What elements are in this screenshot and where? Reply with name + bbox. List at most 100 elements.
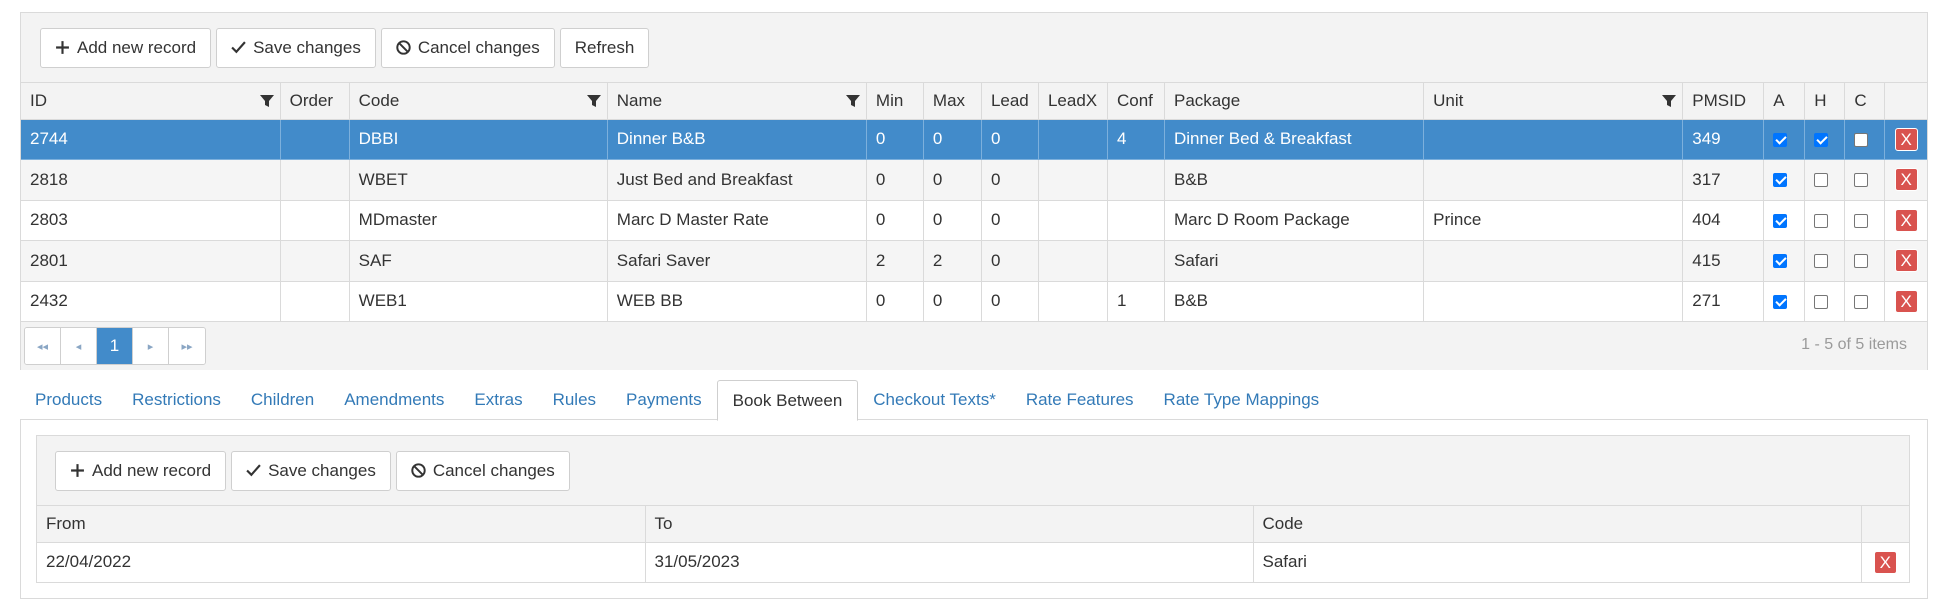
checkbox-h[interactable] bbox=[1814, 294, 1829, 309]
cell-package[interactable]: Marc D Room Package bbox=[1164, 200, 1425, 241]
tab-payments[interactable]: Payments bbox=[611, 380, 717, 420]
checkbox-h[interactable] bbox=[1814, 213, 1829, 228]
tab-extras[interactable]: Extras bbox=[459, 380, 537, 420]
cell-min[interactable]: 0 bbox=[866, 200, 924, 241]
refresh-button[interactable]: Refresh bbox=[559, 27, 650, 68]
delete-row-button[interactable]: X bbox=[1894, 249, 1918, 273]
tab-amendments[interactable]: Amendments bbox=[329, 380, 459, 420]
delete-row-button[interactable]: X bbox=[1894, 208, 1918, 232]
delete-row-button[interactable]: X bbox=[1873, 550, 1897, 574]
cell-conf[interactable]: 4 bbox=[1107, 119, 1166, 160]
cell-leadx[interactable] bbox=[1038, 281, 1108, 322]
column-header-from[interactable]: From bbox=[37, 506, 646, 543]
cell-lead[interactable]: 0 bbox=[981, 240, 1039, 282]
cell-order[interactable] bbox=[280, 240, 350, 282]
cell-max[interactable]: 2 bbox=[923, 240, 982, 282]
checkbox-c[interactable] bbox=[1854, 254, 1869, 269]
table-row[interactable]: 2744 DBBI Dinner B&B 0 0 0 4 Dinner Bed & Break… bbox=[21, 119, 1927, 160]
cell-order[interactable] bbox=[280, 159, 350, 201]
table-row[interactable]: 2801 SAF Safari Saver 2 2 0 Safari 415 X bbox=[21, 240, 1927, 282]
column-header-package[interactable]: Package bbox=[1164, 83, 1425, 120]
checkbox-c[interactable] bbox=[1854, 132, 1869, 147]
cell-min[interactable]: 0 bbox=[866, 159, 924, 201]
column-header-code[interactable]: Code bbox=[1253, 506, 1862, 543]
tab-children[interactable]: Children bbox=[236, 380, 329, 420]
tab-rate-features[interactable]: Rate Features bbox=[1011, 380, 1149, 420]
cell-order[interactable] bbox=[280, 281, 350, 322]
cell-lead[interactable]: 0 bbox=[981, 200, 1039, 241]
cell-pmsid[interactable]: 404 bbox=[1682, 200, 1765, 241]
cell-code[interactable]: WEB1 bbox=[349, 281, 608, 322]
cell-unit[interactable]: Prince bbox=[1423, 200, 1684, 241]
column-header-unit[interactable]: Unit bbox=[1423, 83, 1684, 120]
table-row[interactable]: 2432 WEB1 WEB BB 0 0 0 1 B&B 271 X bbox=[21, 281, 1927, 322]
tab-rules[interactable]: Rules bbox=[538, 380, 611, 420]
add-record-button[interactable]: Add new record bbox=[40, 27, 212, 68]
delete-row-button[interactable]: X bbox=[1894, 289, 1918, 313]
checkbox-h[interactable] bbox=[1814, 132, 1829, 147]
checkbox-a[interactable] bbox=[1773, 213, 1788, 228]
cell-unit[interactable] bbox=[1423, 119, 1684, 160]
cell-max[interactable]: 0 bbox=[923, 281, 982, 322]
cell-order[interactable] bbox=[280, 200, 350, 241]
first-page-icon[interactable]: ◂◂ bbox=[25, 328, 61, 364]
filter-icon[interactable] bbox=[259, 94, 274, 108]
column-header-leadx[interactable]: LeadX bbox=[1038, 83, 1108, 120]
cell-name[interactable]: Safari Saver bbox=[607, 240, 867, 282]
cell-leadx[interactable] bbox=[1038, 119, 1108, 160]
last-page-icon[interactable]: ▸▸ bbox=[169, 328, 205, 364]
filter-icon[interactable] bbox=[586, 94, 601, 108]
cell-to[interactable]: 31/05/2023 bbox=[645, 542, 1254, 582]
save-changes-button[interactable]: Save changes bbox=[231, 450, 391, 491]
tab-rate-type-mappings[interactable]: Rate Type Mappings bbox=[1149, 380, 1335, 420]
delete-row-button[interactable]: X bbox=[1894, 168, 1918, 192]
cell-package[interactable]: B&B bbox=[1164, 281, 1425, 322]
cell-min[interactable]: 0 bbox=[866, 119, 924, 160]
checkbox-c[interactable] bbox=[1854, 173, 1869, 188]
cell-pmsid[interactable]: 317 bbox=[1682, 159, 1765, 201]
prev-page-icon[interactable]: ◂ bbox=[61, 328, 97, 364]
table-row[interactable]: 2803 MDmaster Marc D Master Rate 0 0 0 Marc D … bbox=[21, 200, 1927, 241]
cell-code[interactable]: MDmaster bbox=[349, 200, 608, 241]
cell-name[interactable]: Marc D Master Rate bbox=[607, 200, 867, 241]
column-header-max[interactable]: Max bbox=[923, 83, 982, 120]
cell-from[interactable]: 22/04/2022 bbox=[37, 542, 646, 582]
cell-lead[interactable]: 0 bbox=[981, 159, 1039, 201]
column-header-name[interactable]: Name bbox=[607, 83, 867, 120]
filter-icon[interactable] bbox=[1662, 94, 1677, 108]
cell-name[interactable]: Just Bed and Breakfast bbox=[607, 159, 867, 201]
cancel-changes-button[interactable]: Cancel changes bbox=[380, 27, 555, 68]
table-row[interactable]: 2818 WBET Just Bed and Breakfast 0 0 0 B&B 317 X bbox=[21, 159, 1927, 201]
cell-conf[interactable] bbox=[1107, 240, 1166, 282]
table-row[interactable]: 22/04/2022 31/05/2023 Safari X bbox=[37, 542, 1909, 582]
tab-checkout-texts[interactable]: Checkout Texts* bbox=[858, 380, 1011, 420]
cell-id[interactable]: 2801 bbox=[21, 240, 281, 282]
column-header-min[interactable]: Min bbox=[866, 83, 924, 120]
tab-products[interactable]: Products bbox=[20, 380, 117, 420]
cell-name[interactable]: WEB BB bbox=[607, 281, 867, 322]
cell-order[interactable] bbox=[280, 119, 350, 160]
cell-lead[interactable]: 0 bbox=[981, 281, 1039, 322]
cell-id[interactable]: 2803 bbox=[21, 200, 281, 241]
cell-id[interactable]: 2744 bbox=[21, 119, 281, 160]
checkbox-c[interactable] bbox=[1854, 213, 1869, 228]
checkbox-a[interactable] bbox=[1773, 254, 1788, 269]
cell-conf[interactable] bbox=[1107, 159, 1166, 201]
tab-book-between[interactable]: Book Between bbox=[716, 380, 859, 421]
tab-restrictions[interactable]: Restrictions bbox=[117, 380, 236, 420]
checkbox-c[interactable] bbox=[1854, 294, 1869, 309]
cell-code[interactable]: SAF bbox=[349, 240, 608, 282]
filter-icon[interactable] bbox=[845, 94, 860, 108]
cell-unit[interactable] bbox=[1423, 281, 1684, 322]
cell-package[interactable]: B&B bbox=[1164, 159, 1425, 201]
column-header-lead[interactable]: Lead bbox=[981, 83, 1039, 120]
cell-package[interactable]: Dinner Bed & Breakfast bbox=[1164, 119, 1425, 160]
cell-leadx[interactable] bbox=[1038, 159, 1108, 201]
cell-id[interactable]: 2432 bbox=[21, 281, 281, 322]
cell-unit[interactable] bbox=[1423, 240, 1684, 282]
cell-leadx[interactable] bbox=[1038, 200, 1108, 241]
column-header-order[interactable]: Order bbox=[280, 83, 350, 120]
cell-max[interactable]: 0 bbox=[923, 200, 982, 241]
page-number-current[interactable]: 1 bbox=[97, 328, 133, 364]
column-header-c[interactable]: C bbox=[1844, 83, 1886, 120]
